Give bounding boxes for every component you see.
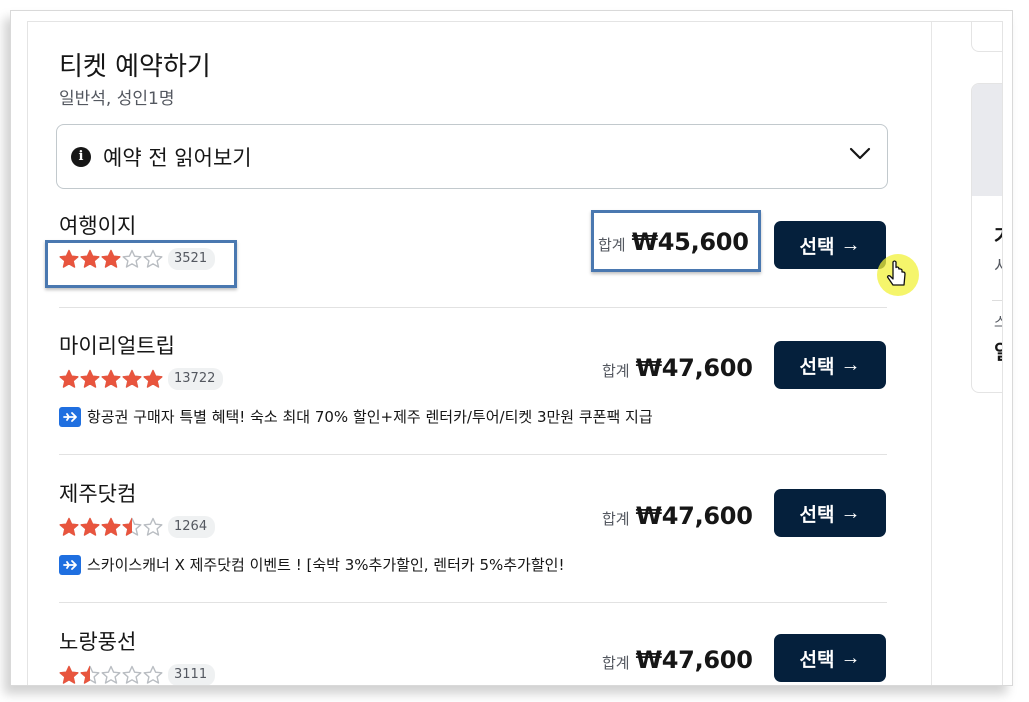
star-filled-icon: [59, 369, 79, 388]
screenshot-frame: 티켓 예약하기 일반석, 성인1명 i 예약 전 읽어보기 여행이지 3521 …: [10, 10, 1013, 686]
vendor-name: 제주닷컴: [59, 482, 137, 506]
select-button[interactable]: 선택 →: [774, 341, 886, 389]
star-filled-icon: [59, 517, 79, 536]
info-icon: i: [71, 146, 91, 167]
vendor-name: 마이리얼트립: [59, 334, 175, 358]
vendor-name: 여행이지: [59, 214, 137, 238]
star-empty-icon: [122, 665, 142, 684]
price-value: ₩47,600: [635, 354, 753, 382]
page-subtitle: 일반석, 성인1명: [59, 89, 175, 109]
offer-row: 마이리얼트립 13722 항공권 구매자 특별 혜택! 숙소 최대 70% 할인…: [59, 328, 887, 458]
star-half-icon: [122, 517, 142, 536]
star-filled-icon: [122, 369, 142, 388]
star-filled-icon: [143, 369, 163, 388]
star-half-icon: [80, 665, 100, 684]
arrow-right-icon: →: [840, 646, 861, 669]
select-button[interactable]: 선택 →: [774, 634, 886, 682]
price-label: 합계: [602, 510, 630, 528]
promo-line: 항공권 구매자 특별 혜택! 숙소 최대 70% 할인+제주 렌터카/투어/티켓…: [59, 406, 653, 427]
sidebar-text: 일: [994, 336, 1002, 365]
star-empty-icon: [143, 665, 163, 684]
booking-page: 티켓 예약하기 일반석, 성인1명 i 예약 전 읽어보기 여행이지 3521 …: [27, 21, 1003, 685]
review-count: 3111: [168, 664, 216, 685]
promo-text: 스카이스캐너 X 제주닷컴 이벤트 ! [숙박 3%추가할인, 렌터카 5%추가…: [87, 556, 565, 574]
divider: [59, 454, 887, 455]
star-filled-icon: [80, 517, 100, 536]
sidebar-card: 가 서 스 일: [971, 83, 1002, 393]
hand-cursor-icon: [877, 254, 919, 296]
rating-highlight-box: [45, 240, 237, 288]
sidebar-card-header: [972, 84, 1002, 196]
price-total: 합계 ₩47,600: [602, 646, 753, 674]
offer-row: 노랑풍선 3111 합계 ₩47,600 선택 →: [59, 624, 887, 685]
select-button-label: 선택: [799, 649, 835, 671]
sidebar-card-top: [971, 22, 1002, 52]
arrow-right-icon: →: [840, 233, 861, 256]
review-count: 13722: [168, 368, 224, 390]
sidebar-text: 가: [994, 220, 1002, 249]
sidebar-divider: [992, 300, 1002, 301]
price-label: 합계: [602, 362, 630, 380]
star-filled-icon: [59, 665, 79, 684]
divider: [59, 307, 887, 308]
price-highlight-box: [591, 210, 761, 272]
star-filled-icon: [101, 369, 121, 388]
price-total: 합계 ₩47,600: [602, 354, 753, 382]
offer-row: 제주닷컴 1264 스카이스캐너 X 제주닷컴 이벤트 ! [숙박 3%추가할인…: [59, 476, 887, 606]
chevron-down-icon: [849, 147, 871, 160]
page-title: 티켓 예약하기: [59, 52, 211, 82]
rating-stars: 3111: [59, 664, 216, 685]
price-label: 합계: [602, 654, 630, 672]
read-before-booking-dropdown[interactable]: i 예약 전 읽어보기: [56, 124, 888, 189]
rating-stars: 13722: [59, 368, 224, 390]
review-count: 1264: [168, 516, 216, 538]
divider: [59, 602, 887, 603]
arrow-right-icon: →: [840, 501, 861, 524]
star-empty-icon: [101, 665, 121, 684]
star-empty-icon: [143, 517, 163, 536]
price-total: 합계 ₩47,600: [602, 502, 753, 530]
sidebar-text: 스: [994, 312, 1002, 332]
vendor-name: 노랑풍선: [59, 630, 137, 654]
select-button-label: 선택: [799, 236, 835, 258]
star-filled-icon: [101, 517, 121, 536]
promo-line: 스카이스캐너 X 제주닷컴 이벤트 ! [숙박 3%추가할인, 렌터카 5%추가…: [59, 554, 564, 575]
promo-text: 항공권 구매자 특별 혜택! 숙소 최대 70% 할인+제주 렌터카/투어/티켓…: [87, 408, 653, 426]
price-value: ₩47,600: [635, 646, 753, 674]
select-button-label: 선택: [799, 356, 835, 378]
booking-panel: 티켓 예약하기 일반석, 성인1명 i 예약 전 읽어보기 여행이지 3521 …: [28, 22, 932, 685]
notice-label: 예약 전 읽어보기: [103, 145, 252, 170]
select-button[interactable]: 선택 →: [774, 221, 886, 269]
rating-stars: 1264: [59, 516, 216, 538]
sidebar-text: 서: [994, 252, 1002, 277]
select-button[interactable]: 선택 →: [774, 489, 886, 537]
arrow-right-icon: →: [840, 353, 861, 376]
star-filled-icon: [80, 369, 100, 388]
select-button-label: 선택: [799, 504, 835, 526]
flight-promo-icon: [59, 406, 81, 427]
flight-promo-icon: [59, 554, 81, 575]
price-value: ₩47,600: [635, 502, 753, 530]
